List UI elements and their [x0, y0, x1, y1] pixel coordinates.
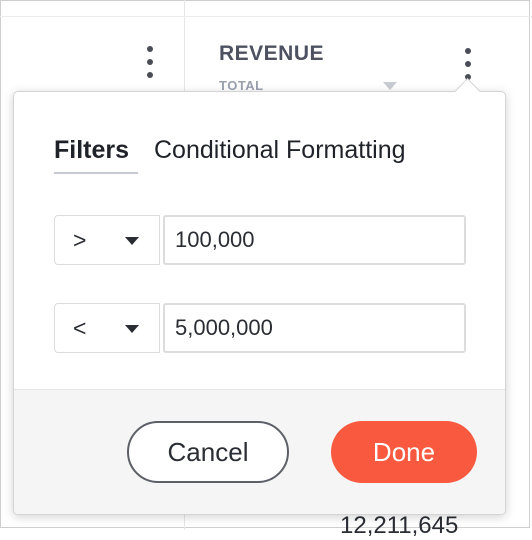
column-header-title: REVENUE	[219, 42, 325, 65]
revenue-column-menu-icon[interactable]	[463, 48, 473, 82]
tab-filters[interactable]: Filters	[54, 136, 129, 165]
tab-conditional-formatting[interactable]: Conditional Formatting	[154, 136, 406, 165]
table-cell-value: 12,211,645	[340, 512, 459, 539]
column-menu-icon[interactable]	[145, 46, 155, 80]
filter-value-input[interactable]	[163, 303, 466, 353]
active-tab-underline	[54, 172, 138, 174]
done-button[interactable]: Done	[331, 421, 477, 483]
cancel-button[interactable]: Cancel	[127, 421, 289, 483]
chevron-down-icon	[125, 237, 139, 245]
popover-footer: Cancel Done	[14, 389, 505, 514]
row-divider	[0, 16, 532, 17]
operator-label: >	[73, 227, 87, 253]
operator-select[interactable]: <	[54, 303, 160, 353]
filter-row: <	[54, 303, 466, 353]
filter-value-input[interactable]	[163, 215, 466, 265]
operator-select[interactable]: >	[54, 215, 160, 265]
filter-popover: Filters Conditional Formatting > < Cance…	[13, 78, 506, 515]
operator-label: <	[73, 315, 87, 341]
chevron-down-icon	[125, 325, 139, 333]
sort-caret-icon[interactable]	[383, 82, 397, 90]
filter-row: >	[54, 215, 466, 265]
